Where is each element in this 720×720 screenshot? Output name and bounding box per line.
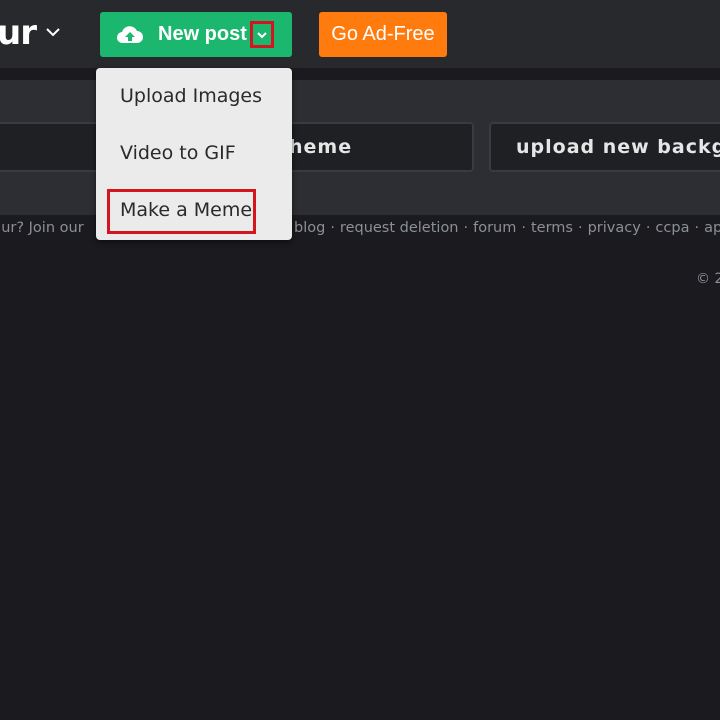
new-post-label: New post	[158, 23, 247, 45]
new-post-button[interactable]: New post	[100, 12, 292, 57]
footer-link-blog[interactable]: blog	[294, 220, 325, 236]
footer-link-list: blog · request deletion · forum · terms · privac…	[294, 220, 720, 236]
footer-separator: ·	[463, 220, 469, 236]
go-ad-free-button[interactable]: Go Ad-Free	[319, 12, 447, 57]
footer-link-request-deletion[interactable]: request deletion	[340, 220, 459, 236]
chevron-down-icon[interactable]	[44, 23, 62, 41]
footer-separator: ·	[694, 220, 700, 236]
menu-item-upload-images[interactable]: Upload Images	[120, 76, 262, 116]
copyright-text: © 2	[696, 271, 720, 287]
footer-link-forum[interactable]: forum	[473, 220, 516, 236]
make-a-meme-highlight-box	[107, 189, 256, 234]
new-post-dropdown-toggle[interactable]	[250, 21, 274, 48]
new-meme-label: heme	[289, 136, 353, 158]
footer-join-text: gur? Join our	[0, 220, 84, 236]
menu-item-video-to-gif[interactable]: Video to GIF	[120, 133, 236, 173]
footer-separator: ·	[521, 220, 526, 236]
footer-separator: ·	[645, 220, 651, 236]
site-logo[interactable]: ur	[0, 10, 37, 56]
footer-link-ccpa[interactable]: ccpa	[655, 220, 689, 236]
cloud-upload-icon	[116, 26, 143, 44]
footer-link-terms[interactable]: terms	[531, 220, 573, 236]
upload-new-background-button[interactable]: upload new backgr	[489, 122, 720, 172]
footer-separator: ·	[330, 220, 335, 236]
footer-link-apps[interactable]: apps	[704, 220, 720, 236]
top-nav-bar: ur New post Go Ad-Free	[0, 0, 720, 68]
footer-separator: ·	[577, 220, 583, 236]
footer-link-privacy[interactable]: privacy	[588, 220, 641, 236]
chevron-down-icon	[257, 32, 267, 39]
